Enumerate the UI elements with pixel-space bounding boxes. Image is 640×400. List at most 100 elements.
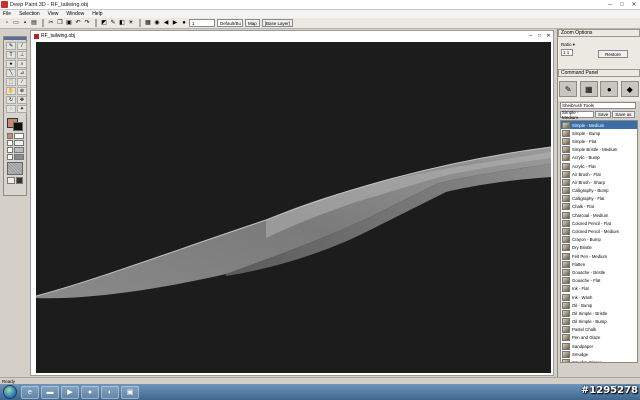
brush-list-item[interactable]: Pen and Glaze: [561, 334, 637, 342]
brush-list-item[interactable]: Oil Simple - Bump: [561, 318, 637, 326]
tailwing-model[interactable]: [36, 42, 551, 373]
light-icon[interactable]: ☀: [127, 19, 135, 27]
zoom-tool-icon[interactable]: ⊕: [17, 87, 27, 95]
material-select[interactable]: Default/Bu: [217, 19, 243, 27]
brush-category-select[interactable]: Sheibrush Tools: [560, 102, 636, 109]
palette-tab-icon[interactable]: ◆: [620, 81, 639, 97]
text-tool-icon[interactable]: T: [6, 51, 16, 59]
select-tool-icon[interactable]: ⬚: [6, 78, 16, 86]
brush-list-item[interactable]: Ink - Wash: [561, 293, 637, 301]
folder-icon[interactable]: ▬: [41, 385, 59, 399]
recent-color-3[interactable]: [7, 140, 13, 146]
brush-list-item[interactable]: Simple - Bump: [561, 129, 637, 137]
sphere-tab-icon[interactable]: ●: [600, 81, 619, 97]
brush-list-item[interactable]: Calligraphy - Bump: [561, 187, 637, 195]
redo-icon[interactable]: ↷: [83, 19, 91, 27]
arrow-left-icon[interactable]: ◀: [162, 19, 170, 27]
ie-icon[interactable]: e: [21, 385, 39, 399]
fill-icon[interactable]: ◩: [100, 19, 108, 27]
size-select[interactable]: 1: [189, 19, 215, 27]
zoom-ratio-label[interactable]: Ratio ▾: [561, 42, 575, 48]
recent-color-5[interactable]: [7, 147, 13, 153]
menu-window[interactable]: Window: [66, 11, 84, 17]
paint-app-icon[interactable]: ◐: [101, 385, 119, 399]
menu-file[interactable]: File: [3, 11, 11, 17]
arrow-right-icon[interactable]: ▶: [171, 19, 179, 27]
start-button[interactable]: [3, 385, 17, 399]
brush-list-item[interactable]: Gouache - Flat: [561, 277, 637, 285]
globe-icon[interactable]: ●: [180, 19, 188, 27]
map-button[interactable]: Map: [245, 19, 260, 27]
knife-tool-icon[interactable]: ∕: [17, 78, 27, 86]
brush-list-item[interactable]: Simple Bristle - Medium: [561, 146, 637, 154]
firefox-icon[interactable]: ●: [81, 385, 99, 399]
brush-list-item[interactable]: Oil Simple - Bristle: [561, 309, 637, 317]
lasso-tool-icon[interactable]: ◌: [6, 105, 16, 113]
brush-list-item[interactable]: Simple - Medium: [561, 121, 637, 130]
brush-list-item[interactable]: Felt Pen - Medium: [561, 252, 637, 260]
brush-variant-select[interactable]: Simple - Medium: [560, 110, 594, 120]
3d-viewport[interactable]: [36, 42, 551, 373]
wand-tool-icon[interactable]: ✦: [17, 105, 27, 113]
brush-list-item[interactable]: Chalk - Flat: [561, 203, 637, 211]
new-icon[interactable]: ▫: [3, 19, 11, 27]
maximize-button[interactable]: □: [616, 0, 628, 9]
magnifier-tool-icon[interactable]: ⌕: [17, 60, 27, 68]
brush-list-item[interactable]: Smudge: [561, 350, 637, 358]
brush-list-item[interactable]: Smudge Finger: [561, 358, 637, 362]
restore-button[interactable]: Restore: [598, 50, 628, 58]
airbrush-tool-icon[interactable]: ♠: [6, 60, 16, 68]
color-swatch[interactable]: [6, 117, 24, 131]
save-as-brush-button[interactable]: Save as: [612, 111, 635, 118]
open-icon[interactable]: ▭: [12, 19, 20, 27]
brush-list-item[interactable]: Flatten: [561, 260, 637, 268]
brush-list-item[interactable]: Colored Pencil - Flat: [561, 219, 637, 227]
cut-icon[interactable]: ✂: [47, 19, 55, 27]
recent-color-8[interactable]: [14, 154, 24, 160]
brush-list-item[interactable]: Acrylic - Flat: [561, 162, 637, 170]
stamp-tool-icon[interactable]: ⊥: [17, 51, 27, 59]
brush-list-item[interactable]: Calligraphy - Flat: [561, 195, 637, 203]
save-brush-button[interactable]: Save: [595, 111, 612, 118]
brush-list-item[interactable]: Oil - Bump: [561, 301, 637, 309]
background-color[interactable]: [13, 122, 23, 131]
mode-button-1[interactable]: [7, 177, 15, 184]
brush-list-item[interactable]: Dry Bristle: [561, 244, 637, 252]
rotate-tool-icon[interactable]: ↻: [6, 96, 16, 104]
zoom-ratio-input[interactable]: 1:1: [561, 49, 573, 56]
menu-view[interactable]: View: [48, 11, 59, 17]
line-tool-icon[interactable]: ╲: [6, 69, 16, 77]
menu-help[interactable]: Help: [92, 11, 102, 17]
brush-list-item[interactable]: Pastel Chalk: [561, 326, 637, 334]
texture-swatch[interactable]: [7, 162, 23, 175]
brush-list[interactable]: Simple - Medium Simple - Bump Simple - Fla…: [560, 120, 638, 363]
brush-list-item[interactable]: Crayon - Bump: [561, 236, 637, 244]
camera-icon[interactable]: ◉: [153, 19, 161, 27]
brush-list-item[interactable]: Air Brush - Sharp: [561, 178, 637, 186]
brush-list-item[interactable]: Charcoal - Medium: [561, 211, 637, 219]
minimize-button[interactable]: ─: [604, 0, 616, 9]
move-tool-icon[interactable]: ✥: [17, 96, 27, 104]
doc-minimize-button[interactable]: ─: [526, 33, 535, 40]
brush-list-item[interactable]: Acrylic - Bump: [561, 154, 637, 162]
brush-list-item[interactable]: Colored Pencil - Medium: [561, 227, 637, 236]
eyedropper-tool-icon[interactable]: ⊿: [17, 69, 27, 77]
media-player-icon[interactable]: ▶: [61, 385, 79, 399]
close-button[interactable]: ✕: [628, 0, 640, 9]
brush-list-item[interactable]: Ink - Flat: [561, 285, 637, 293]
brush-tab-icon[interactable]: ✎: [559, 81, 578, 97]
brush-list-item[interactable]: Simple - Flat: [561, 137, 637, 145]
mode-button-2[interactable]: [15, 177, 23, 184]
doc-maximize-button[interactable]: □: [535, 33, 544, 40]
grid-icon[interactable]: ▦: [144, 19, 152, 27]
photo-app-icon[interactable]: ▣: [121, 385, 139, 399]
recent-color-7[interactable]: [7, 154, 13, 160]
pan-tool-icon[interactable]: ✋: [6, 87, 16, 95]
menu-selection[interactable]: Selection: [19, 11, 40, 17]
tool-icon[interactable]: ✎: [109, 19, 117, 27]
brush-tool-icon[interactable]: /: [17, 42, 27, 50]
print-icon[interactable]: ▤: [30, 19, 38, 27]
copy-icon[interactable]: ❐: [56, 19, 64, 27]
undo-icon[interactable]: ↶: [74, 19, 82, 27]
brush-list-item[interactable]: Gouache - Bristle: [561, 268, 637, 276]
